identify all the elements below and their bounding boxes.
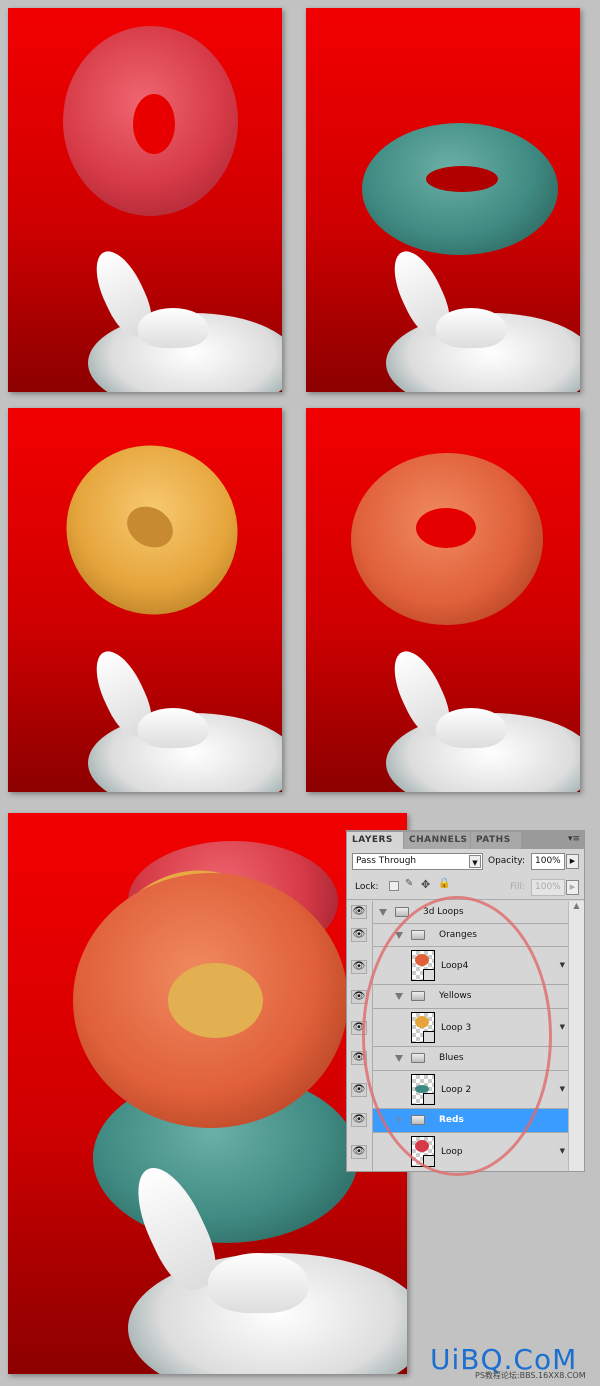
eye-icon[interactable]: 👁 — [351, 928, 367, 942]
fill-slider-button[interactable]: ▶ — [566, 880, 579, 895]
eye-icon[interactable]: 👁 — [351, 1083, 367, 1097]
scene-red-loop — [8, 8, 282, 392]
opacity-slider-button[interactable]: ▶ — [566, 854, 579, 869]
panel-tabs: LAYERS CHANNELS PATHS ▾≡ — [347, 831, 584, 849]
watermark-subtext: PS教程论坛:BBS.16XX8.COM — [475, 1371, 586, 1380]
fill-input[interactable]: 100% — [531, 879, 565, 896]
lock-brush-icon[interactable]: ✎ — [405, 878, 413, 889]
eye-icon[interactable]: 👁 — [351, 1113, 367, 1127]
opacity-label: Opacity: — [488, 856, 525, 866]
eye-icon[interactable]: 👁 — [351, 1145, 367, 1159]
eye-icon[interactable]: 👁 — [351, 960, 367, 974]
chevron-down-icon[interactable]: ▼ — [560, 1085, 565, 1093]
tab-layers[interactable]: LAYERS — [347, 832, 403, 849]
scene-orange-loop — [306, 408, 580, 792]
lock-label: Lock: — [355, 882, 379, 892]
eye-icon[interactable]: 👁 — [351, 905, 367, 919]
blend-mode-value: Pass Through — [356, 856, 417, 866]
scene-yellow-loop — [8, 408, 282, 792]
chevron-down-icon[interactable]: ▼ — [560, 1023, 565, 1031]
scrollbar[interactable]: ▲ — [568, 901, 584, 1171]
lock-move-icon[interactable]: ✥ — [421, 878, 430, 891]
opacity-input[interactable]: 100% — [531, 853, 565, 870]
chevron-down-icon: ▼ — [469, 855, 481, 868]
expand-triangle-icon[interactable] — [379, 909, 387, 916]
lock-transparent-icon[interactable] — [389, 881, 399, 891]
fill-label: Fill: — [510, 882, 526, 892]
lock-all-icon[interactable]: 🔒 — [438, 878, 450, 889]
tab-paths[interactable]: PATHS — [471, 832, 521, 849]
panel-menu-icon[interactable]: ▾≡ — [568, 834, 580, 844]
annotation-ellipse — [362, 896, 552, 1176]
chevron-down-icon[interactable]: ▼ — [560, 1147, 565, 1155]
blend-mode-select[interactable]: Pass Through ▼ — [352, 853, 483, 870]
scene-blue-loop — [306, 8, 580, 392]
tab-channels[interactable]: CHANNELS — [404, 832, 470, 849]
chevron-down-icon[interactable]: ▼ — [560, 961, 565, 969]
